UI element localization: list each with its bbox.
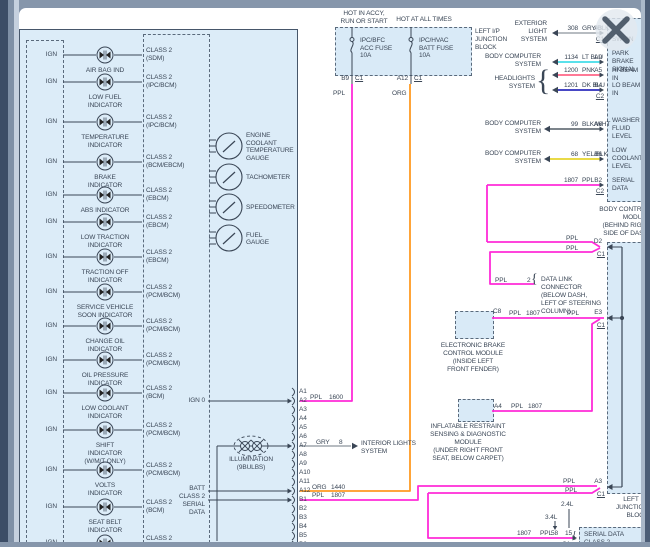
window-left-edge [0, 0, 8, 547]
window-bottom-edge [0, 542, 650, 547]
app-window: IGNAIR BAG INDCLASS 2(SDM)IGNLOW FUELIND… [0, 0, 650, 547]
window-right-edge [645, 0, 650, 547]
wiring-svg [0, 0, 650, 547]
window-left-edge-light [14, 0, 19, 547]
close-icon[interactable] [593, 7, 640, 53]
window-top-edge [0, 0, 650, 8]
